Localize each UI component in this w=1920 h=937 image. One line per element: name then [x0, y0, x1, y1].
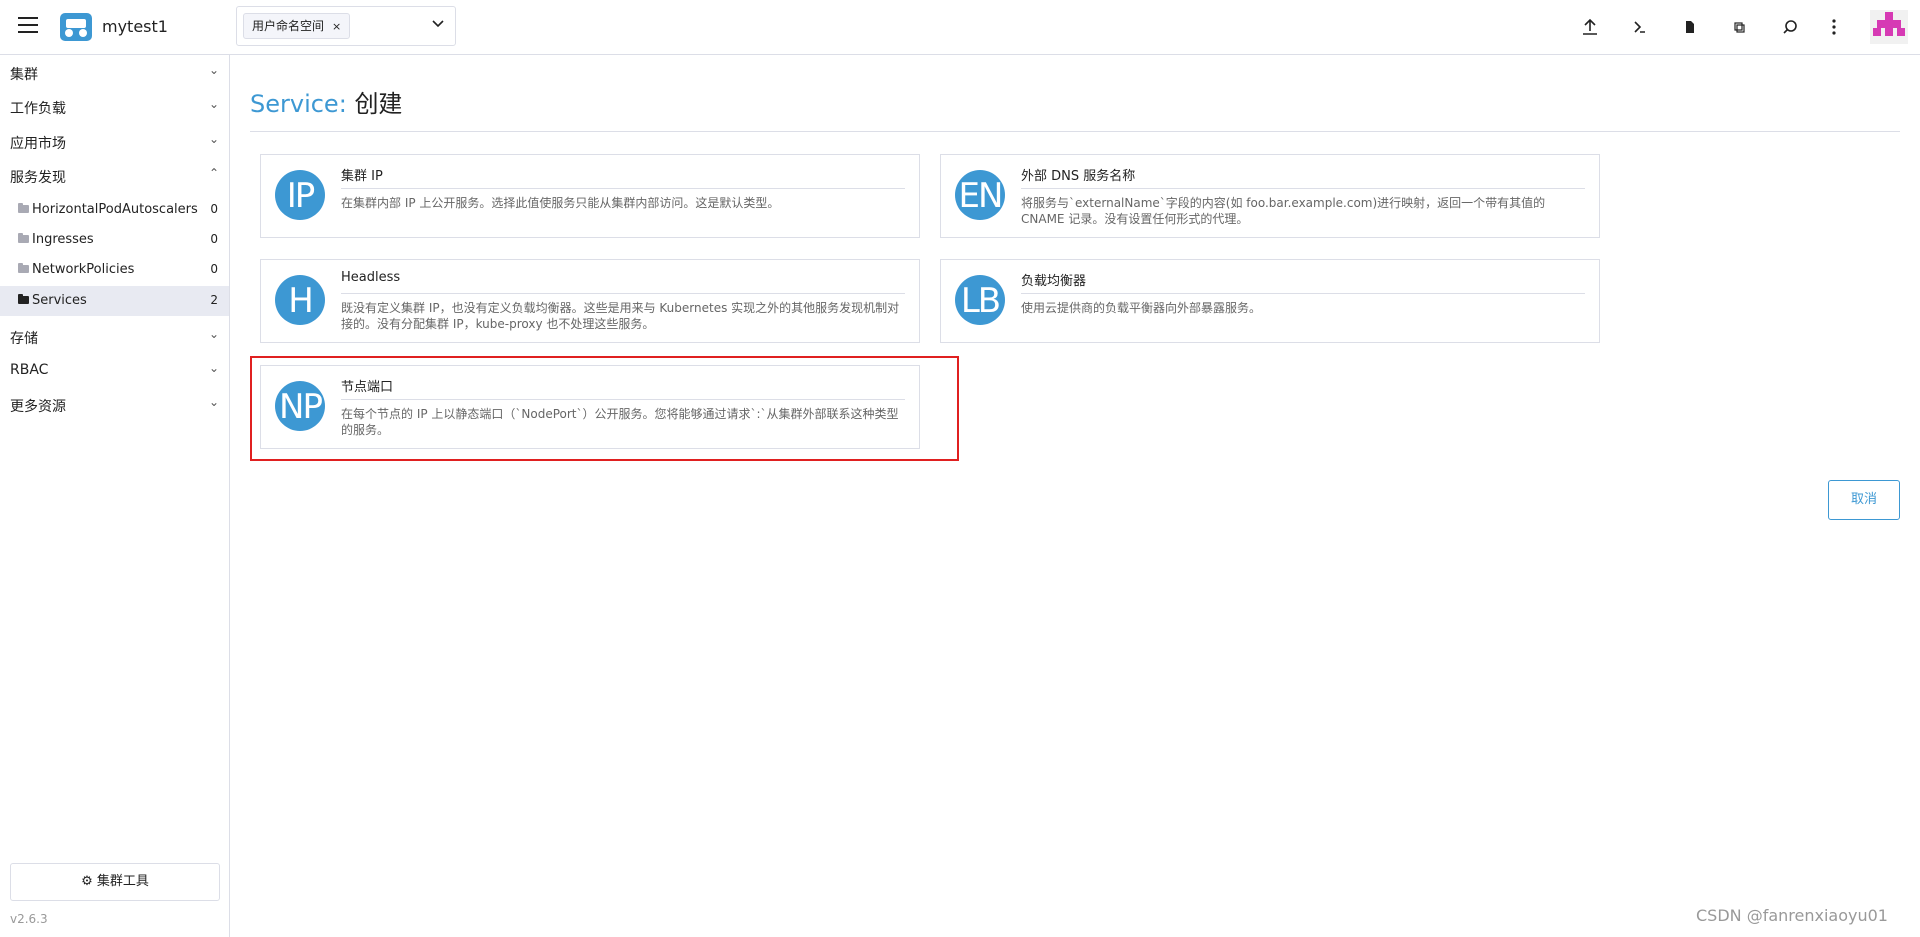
card-description: 将服务与`externalName`字段的内容(如 foo.bar.exampl… [1021, 196, 1546, 226]
sidebar-item-label: NetworkPolicies [32, 262, 135, 277]
terminal-icon[interactable] [1628, 15, 1652, 39]
card-title: 外部 DNS 服务名称 [1021, 169, 1136, 184]
sidebar-group-service-discovery[interactable]: 服务发现 ⌃ [0, 158, 229, 192]
cluster-name[interactable]: mytest1 [102, 17, 168, 36]
title-divider [250, 131, 1900, 132]
service-type-card-loadbalancer[interactable]: LB 负载均衡器 使用云提供商的负载平衡器向外部暴露服务。 [940, 259, 1600, 343]
file-icon[interactable] [1678, 15, 1702, 39]
card-divider [341, 293, 905, 294]
card-divider [1021, 188, 1585, 189]
sidebar-group-label: RBAC [10, 362, 49, 378]
sidebar-group-cluster[interactable]: 集群 ⌄ [0, 55, 229, 89]
cancel-button[interactable]: 取消 [1828, 480, 1900, 520]
more-vertical-icon[interactable] [1822, 15, 1846, 39]
card-description: 在集群内部 IP 上公开服务。选择此值使服务只能从集群内部访问。这是默认类型。 [341, 196, 780, 210]
cluster-tools-button[interactable]: ⚙ 集群工具 [10, 863, 220, 901]
version-label: v2.6.3 [10, 912, 48, 926]
user-avatar[interactable] [1870, 10, 1908, 44]
search-icon[interactable] [1778, 15, 1802, 39]
chevron-down-icon: ⌄ [208, 395, 219, 409]
watermark: CSDN @fanrenxiaoyu01 [1696, 906, 1888, 925]
sidebar-item-networkpolicies[interactable]: NetworkPolicies 0 [0, 255, 229, 285]
card-title: 负载均衡器 [1021, 274, 1087, 289]
sidebar-group-rbac[interactable]: RBAC ⌄ [0, 353, 229, 387]
service-type-card-externalname[interactable]: EN 外部 DNS 服务名称 将服务与`externalName`字段的内容(如… [940, 154, 1600, 238]
card-divider [341, 188, 905, 189]
highlight-box [250, 356, 959, 461]
sidebar-item-count: 0 [210, 262, 218, 276]
top-header: mytest1 用户命名空间 × [0, 0, 1920, 55]
sidebar-group-more-resources[interactable]: 更多资源 ⌄ [0, 387, 229, 421]
sidebar-group-workloads[interactable]: 工作负载 ⌄ [0, 89, 229, 123]
sidebar-group-apps[interactable]: 应用市场 ⌄ [0, 124, 229, 158]
page-title-resource[interactable]: Service: [250, 90, 347, 118]
sidebar-group-label: 存储 [10, 331, 38, 347]
sidebar-item-label: Ingresses [32, 232, 94, 247]
chevron-down-icon[interactable] [431, 17, 445, 31]
sidebar-group-label: 更多资源 [10, 399, 66, 415]
sidebar-item-count: 0 [210, 232, 218, 246]
card-description: 使用云提供商的负载平衡器向外部暴露服务。 [1021, 301, 1262, 315]
service-type-icon: EN [955, 170, 1005, 220]
service-type-card-clusterip[interactable]: IP 集群 IP 在集群内部 IP 上公开服务。选择此值使服务只能从集群内部访问… [260, 154, 920, 238]
sidebar-item-count: 2 [210, 293, 218, 307]
page-title-action: 创建 [354, 90, 403, 118]
sidebar-group-label: 服务发现 [10, 170, 66, 186]
namespace-chip-remove[interactable]: × [332, 20, 341, 33]
cluster-tools-label: 集群工具 [96, 874, 149, 889]
card-divider [1021, 293, 1585, 294]
copy-icon[interactable] [1727, 15, 1751, 39]
chevron-down-icon: ⌄ [208, 132, 219, 146]
cluster-logo-icon[interactable] [60, 13, 92, 41]
sidebar-item-label: HorizontalPodAutoscalers [32, 202, 198, 217]
card-title: 集群 IP [341, 169, 383, 184]
sidebar-group-label: 应用市场 [10, 136, 66, 152]
sidebar-item-hpa[interactable]: HorizontalPodAutoscalers 0 [0, 195, 229, 225]
gear-icon: ⚙ [81, 874, 93, 889]
folder-icon [18, 263, 29, 273]
card-title: Headless [341, 270, 401, 285]
chevron-down-icon: ⌄ [208, 63, 219, 77]
service-type-icon: IP [275, 170, 325, 220]
service-type-icon: LB [955, 275, 1005, 325]
chevron-down-icon: ⌄ [208, 361, 219, 375]
folder-icon [18, 233, 29, 243]
sidebar-item-services[interactable]: Services 2 [0, 286, 229, 316]
namespace-select[interactable]: 用户命名空间 × [236, 6, 456, 46]
upload-icon[interactable] [1578, 15, 1602, 39]
chevron-up-icon: ⌃ [208, 166, 219, 180]
sidebar: 集群 ⌄ 工作负载 ⌄ 应用市场 ⌄ 服务发现 ⌃ HorizontalPodAutos… [0, 55, 230, 937]
sidebar-item-ingresses[interactable]: Ingresses 0 [0, 225, 229, 255]
sidebar-group-storage[interactable]: 存储 ⌄ [0, 319, 229, 353]
namespace-chip-label: 用户命名空间 [252, 19, 325, 33]
service-type-card-headless[interactable]: H Headless 既没有定义集群 IP，也没有定义负载均衡器。这些是用来与 … [260, 259, 920, 343]
sidebar-group-label: 集群 [10, 67, 38, 83]
sidebar-group-label: 工作负载 [10, 101, 66, 117]
sidebar-item-count: 0 [210, 202, 218, 216]
card-description: 既没有定义集群 IP，也没有定义负载均衡器。这些是用来与 Kubernetes … [341, 301, 900, 331]
sidebar-item-label: Services [32, 293, 87, 308]
namespace-chip: 用户命名空间 × [243, 13, 351, 39]
chevron-down-icon: ⌄ [208, 97, 219, 111]
page-title: Service: 创建 [250, 84, 402, 119]
folder-icon [18, 294, 29, 304]
chevron-down-icon: ⌄ [208, 327, 219, 341]
service-type-icon: H [275, 275, 325, 325]
menu-icon[interactable] [18, 17, 38, 33]
folder-icon [18, 203, 29, 213]
